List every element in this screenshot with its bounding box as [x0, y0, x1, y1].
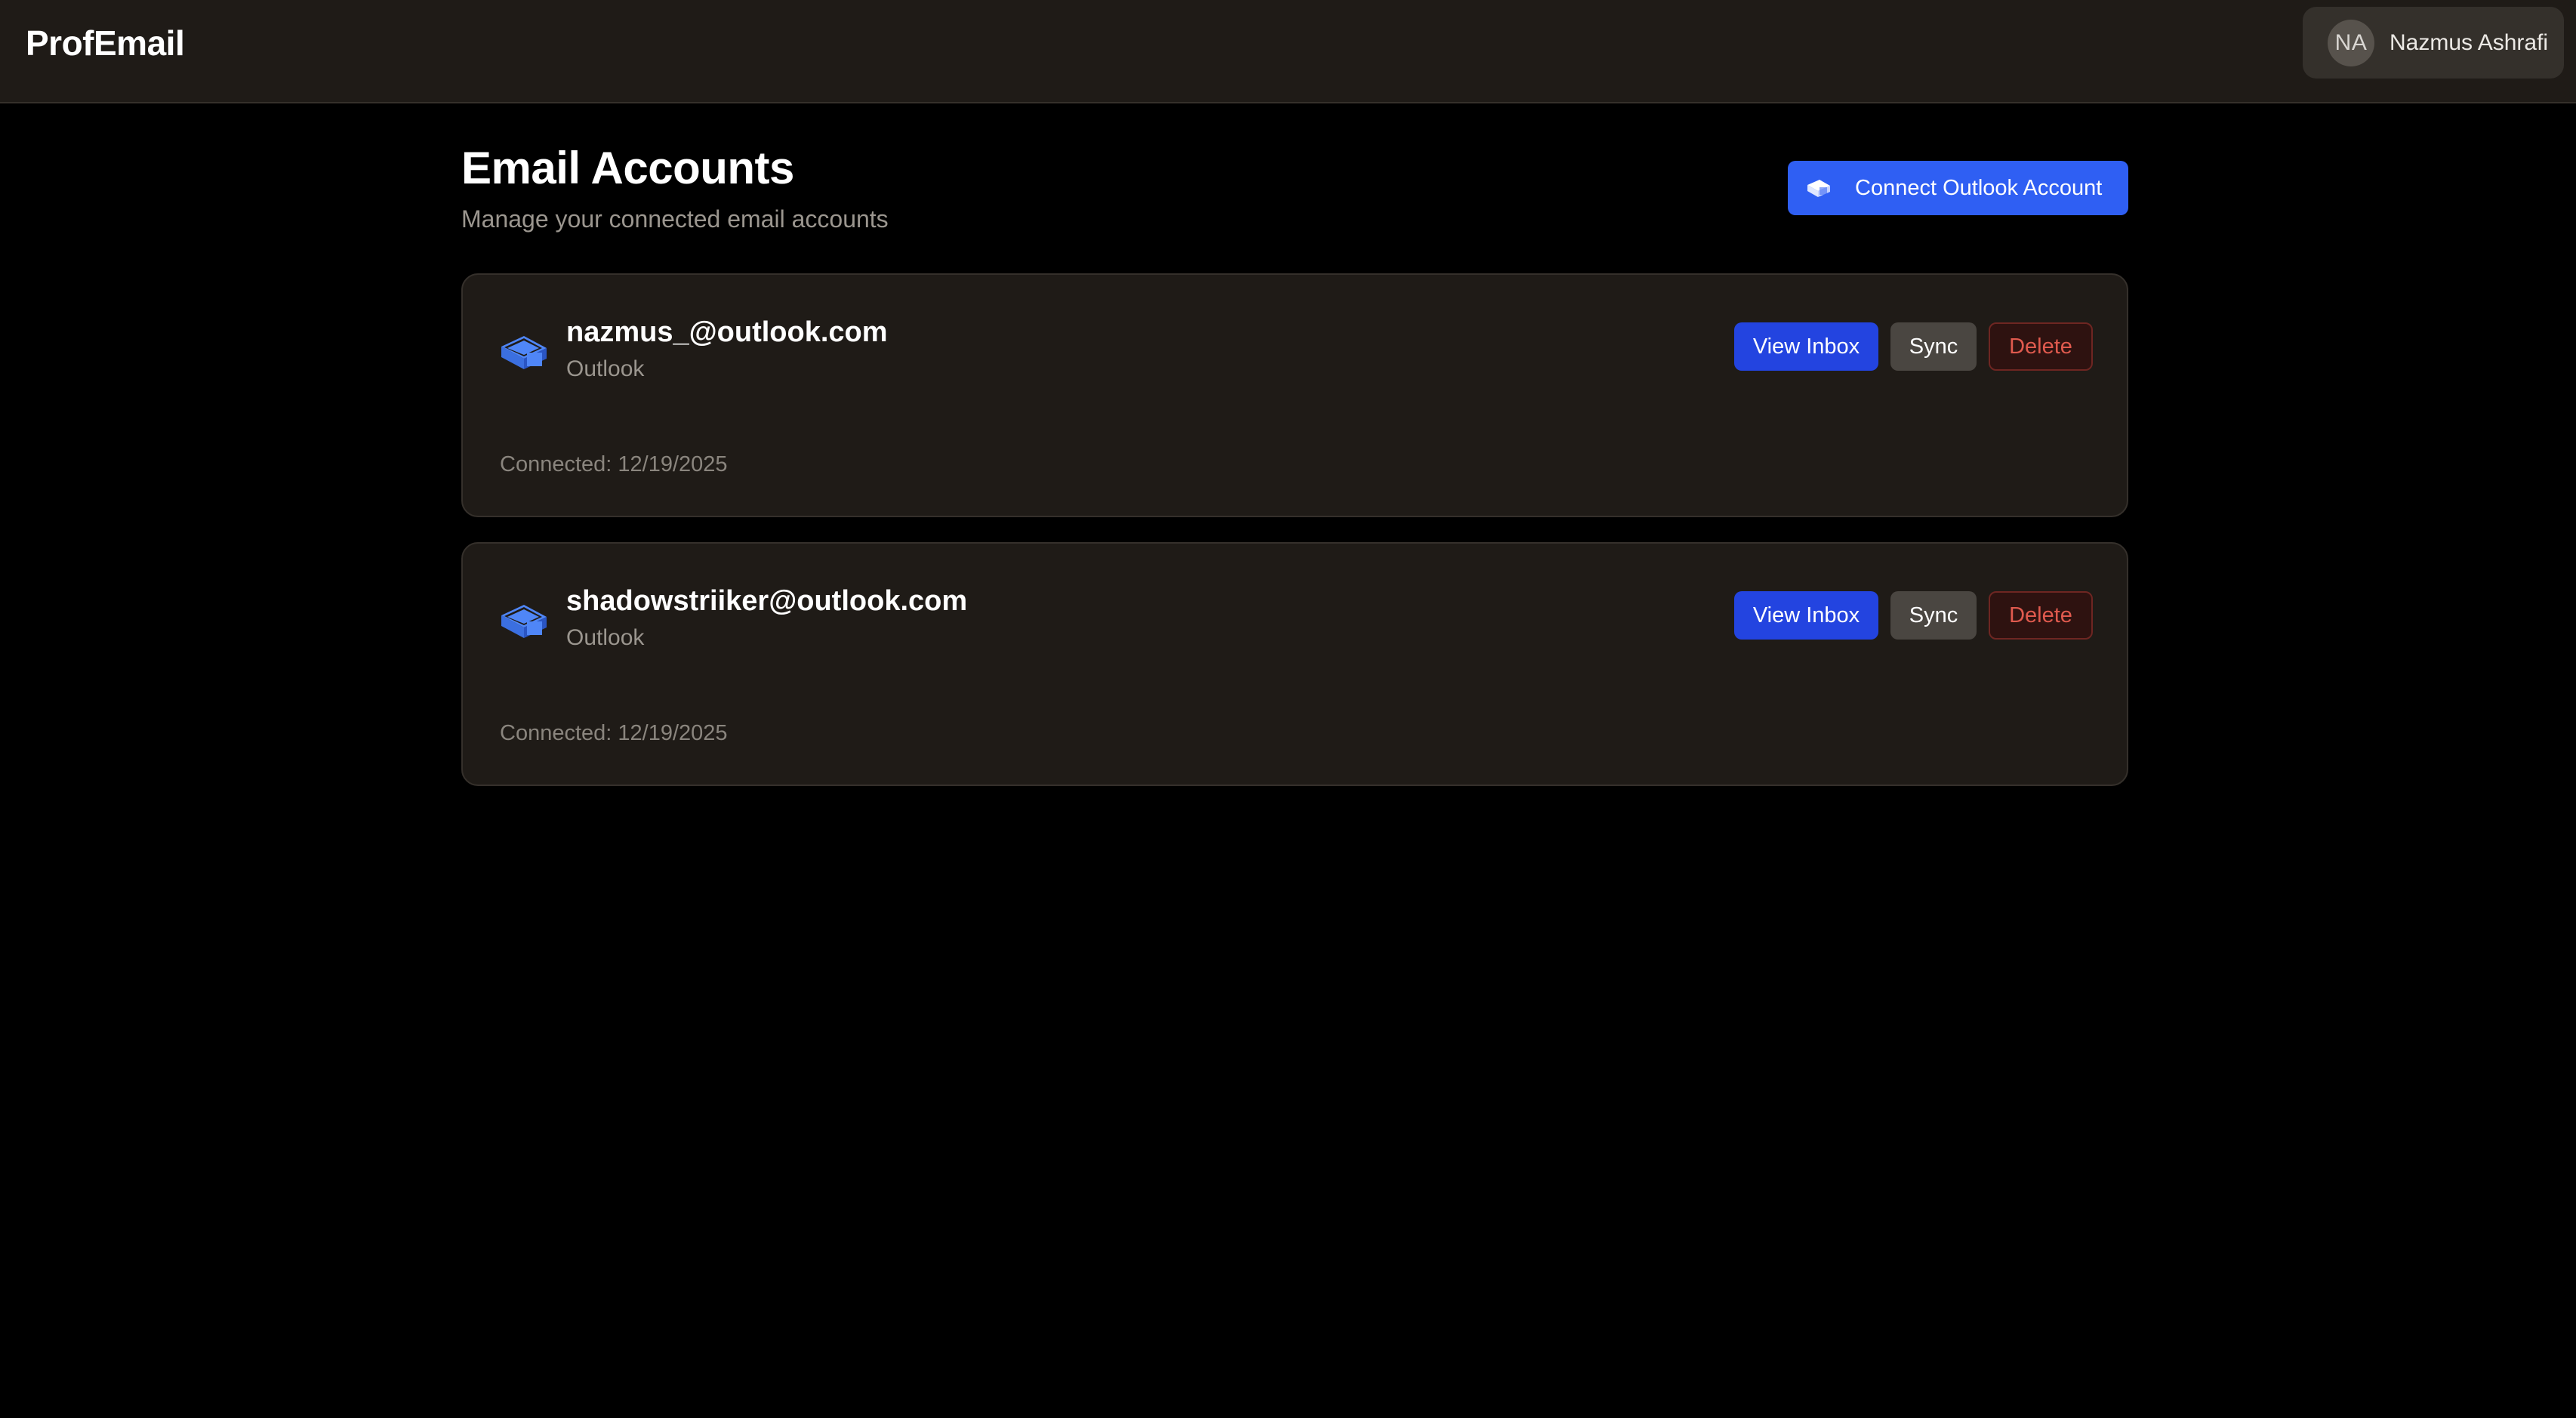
account-actions: View Inbox Sync Delete — [1734, 591, 2093, 640]
outlook-mail-icon — [501, 605, 547, 638]
sync-button[interactable]: Sync — [1890, 591, 1977, 640]
account-connected-date: Connected: 12/19/2025 — [500, 721, 728, 745]
account-card: shadowstriiker@outlook.com Outlook View … — [461, 542, 2128, 786]
connect-outlook-account-button[interactable]: Connect Outlook Account — [1788, 161, 2128, 215]
account-email: nazmus_@outlook.com — [566, 316, 888, 348]
page-subtitle: Manage your connected email accounts — [461, 205, 889, 233]
avatar: NA — [2328, 19, 2374, 66]
account-provider: Outlook — [566, 625, 645, 650]
user-menu-button[interactable]: NA Nazmus Ashrafi — [2303, 7, 2564, 79]
top-bar: ProfEmail NA Nazmus Ashrafi — [0, 0, 2576, 103]
view-inbox-button[interactable]: View Inbox — [1734, 591, 1878, 640]
outlook-mail-icon — [1807, 180, 1830, 197]
account-provider: Outlook — [566, 356, 645, 381]
delete-button[interactable]: Delete — [1989, 591, 2093, 640]
account-actions: View Inbox Sync Delete — [1734, 322, 2093, 371]
account-connected-date: Connected: 12/19/2025 — [500, 452, 728, 476]
sync-button[interactable]: Sync — [1890, 322, 1977, 371]
account-card: nazmus_@outlook.com Outlook View Inbox S… — [461, 273, 2128, 517]
connect-button-label: Connect Outlook Account — [1855, 175, 2103, 200]
delete-button[interactable]: Delete — [1989, 322, 2093, 371]
account-email: shadowstriiker@outlook.com — [566, 585, 968, 617]
outlook-mail-icon — [501, 336, 547, 369]
app-brand[interactable]: ProfEmail — [26, 23, 185, 63]
user-name: Nazmus Ashrafi — [2390, 29, 2549, 55]
page-title: Email Accounts — [461, 143, 794, 193]
view-inbox-button[interactable]: View Inbox — [1734, 322, 1878, 371]
